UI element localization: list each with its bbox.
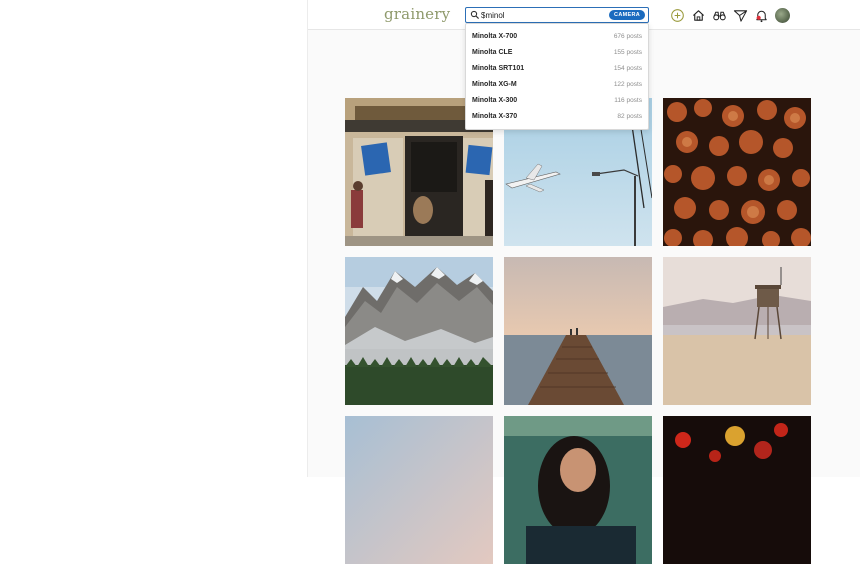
bell-icon[interactable] [754,8,769,23]
paper-plane-icon[interactable] [733,8,748,23]
photo-tile-mountains[interactable] [345,257,493,405]
search-suggestion[interactable]: Minolta X-700 676 posts [466,28,648,44]
binoculars-icon[interactable] [712,8,727,23]
portrait-photo [504,416,652,564]
suggestion-name: Minolta X-300 [472,96,518,104]
search-suggestion[interactable]: Minolta XG-M 122 posts [466,76,648,92]
app-logo[interactable]: grainery [384,5,450,23]
search-suggestions-dropdown: Minolta X-700 676 posts Minolta CLE 155 … [465,23,649,130]
home-icon[interactable] [691,8,706,23]
photo-tile-lifeguard[interactable] [663,257,811,405]
suggestion-name: Minolta X-700 [472,32,518,40]
search-suggestion[interactable]: Minolta SRT101 154 posts [466,60,648,76]
nav-icons [670,7,790,23]
photo-tile-red-lights[interactable] [663,416,811,564]
suggestion-count: 154 posts [613,64,642,72]
mountains-photo [345,257,493,405]
suggestion-name: Minolta CLE [472,48,513,56]
suggestion-count: 155 posts [613,48,642,56]
photo-tile-portrait[interactable] [504,416,652,564]
search-box[interactable]: CAMERA [465,7,649,23]
suggestion-count: 122 posts [613,80,642,88]
add-post-icon[interactable] [670,8,685,23]
search-icon [470,10,480,20]
photo-tile-pastel-sky[interactable] [345,416,493,564]
search-suggestion[interactable]: Minolta X-370 82 posts [466,108,648,124]
suggestion-name: Minolta SRT101 [472,64,525,72]
pier-photo [504,257,652,405]
search-suggestion[interactable]: Minolta X-300 116 posts [466,92,648,108]
profile-avatar[interactable] [775,7,790,23]
lifeguard-photo [663,257,811,405]
search-suggestion[interactable]: Minolta CLE 155 posts [466,44,648,60]
suggestion-name: Minolta X-370 [472,112,518,120]
suggestion-name: Minolta XG-M [472,80,517,88]
blank-area [0,0,307,477]
photo-grid [345,98,811,564]
photo-tile-firewood[interactable] [663,98,811,246]
firewood-photo [663,98,811,246]
search-input[interactable] [481,9,601,21]
pastel-sky-photo [345,416,493,564]
suggestion-count: 82 posts [617,112,642,120]
suggestion-count: 116 posts [614,96,642,104]
suggestion-count: 676 posts [613,32,642,40]
red-lights-photo [663,416,811,564]
app-window: grainery CAMERA [307,0,860,564]
photo-tile-pier[interactable] [504,257,652,405]
search-filter-badge: CAMERA [609,10,645,20]
